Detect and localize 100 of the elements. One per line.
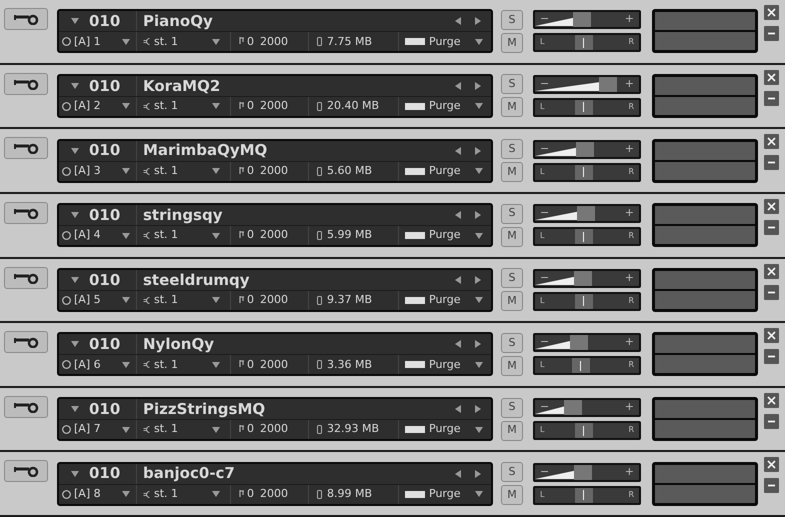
minimize-icon[interactable] — [764, 349, 779, 364]
volume-slider[interactable]: − + — [533, 204, 641, 224]
minimize-icon[interactable] — [764, 478, 779, 494]
pan-slider[interactable]: L R — [533, 292, 641, 311]
previous-icon[interactable] — [455, 405, 461, 414]
volume-thumb[interactable] — [598, 76, 617, 92]
minimize-icon[interactable] — [764, 284, 779, 300]
collapse-toggle[interactable] — [71, 406, 79, 412]
caret-icon[interactable] — [122, 168, 130, 174]
pan-thumb[interactable] — [574, 294, 593, 309]
close-icon[interactable] — [764, 264, 779, 278]
caret-icon[interactable] — [122, 38, 130, 45]
caret-icon[interactable] — [475, 38, 483, 45]
caret-icon[interactable] — [475, 362, 483, 368]
max-voices[interactable]: 2000 — [260, 486, 288, 502]
close-icon[interactable] — [764, 457, 779, 472]
midi-channel[interactable]: [A] 5 — [74, 292, 101, 309]
mute-button[interactable]: M — [501, 485, 523, 506]
wrench-button[interactable] — [4, 202, 48, 224]
pan-slider[interactable]: L R — [533, 227, 641, 246]
volume-slider[interactable]: − + — [533, 333, 641, 352]
previous-icon[interactable] — [455, 211, 461, 220]
wrench-button[interactable] — [4, 137, 48, 160]
mute-button[interactable]: M — [501, 420, 523, 441]
solo-button[interactable]: S — [501, 204, 523, 224]
pan-slider[interactable]: L R — [533, 486, 641, 505]
next-icon[interactable] — [475, 470, 481, 478]
output-channel[interactable]: st. 1 — [154, 34, 178, 50]
pan-thumb[interactable] — [574, 488, 593, 503]
solo-button[interactable]: S — [501, 332, 523, 353]
caret-icon[interactable] — [212, 38, 220, 45]
pan-thumb[interactable] — [574, 164, 593, 180]
collapse-toggle[interactable] — [71, 148, 79, 154]
next-icon[interactable] — [475, 340, 481, 348]
purge-menu[interactable]: Purge — [429, 421, 460, 438]
caret-icon[interactable] — [122, 491, 130, 498]
output-channel[interactable]: st. 1 — [154, 486, 178, 502]
solo-button[interactable]: S — [501, 398, 523, 418]
close-icon[interactable] — [764, 70, 779, 85]
pan-thumb[interactable] — [574, 229, 593, 244]
volume-thumb[interactable] — [576, 142, 594, 157]
volume-thumb[interactable] — [572, 12, 591, 28]
mute-button[interactable]: M — [501, 226, 523, 247]
max-voices[interactable]: 2000 — [260, 292, 288, 309]
collapse-toggle[interactable] — [71, 18, 79, 24]
output-channel[interactable]: st. 1 — [154, 98, 178, 115]
volume-slider[interactable]: − + — [533, 462, 641, 482]
midi-channel[interactable]: [A] 8 — [74, 486, 101, 502]
purge-menu[interactable]: Purge — [429, 227, 460, 244]
volume-thumb[interactable] — [570, 335, 588, 350]
solo-button[interactable]: S — [501, 10, 523, 30]
output-channel[interactable]: st. 1 — [154, 356, 178, 374]
collapse-toggle[interactable] — [71, 341, 79, 348]
midi-channel[interactable]: [A] 4 — [74, 227, 101, 244]
max-voices[interactable]: 2000 — [260, 34, 288, 50]
volume-thumb[interactable] — [574, 270, 592, 286]
solo-button[interactable]: S — [501, 74, 523, 94]
caret-icon[interactable] — [212, 491, 220, 498]
output-channel[interactable]: st. 1 — [154, 292, 178, 309]
pan-thumb[interactable] — [574, 35, 593, 50]
volume-thumb[interactable] — [574, 464, 592, 480]
pan-slider[interactable]: L R — [533, 356, 641, 376]
previous-icon[interactable] — [455, 470, 461, 478]
next-icon[interactable] — [475, 211, 481, 220]
previous-icon[interactable] — [455, 276, 461, 284]
close-icon[interactable] — [764, 198, 779, 214]
pan-slider[interactable]: L R — [533, 421, 641, 440]
output-channel[interactable]: st. 1 — [154, 227, 178, 244]
pan-thumb[interactable] — [574, 423, 593, 438]
caret-icon[interactable] — [475, 232, 483, 239]
caret-icon[interactable] — [212, 232, 220, 239]
next-icon[interactable] — [475, 17, 481, 26]
caret-icon[interactable] — [212, 297, 220, 304]
caret-icon[interactable] — [212, 362, 220, 368]
midi-channel[interactable]: [A] 2 — [74, 98, 101, 115]
wrench-button[interactable] — [4, 460, 48, 482]
mute-button[interactable]: M — [501, 97, 523, 118]
caret-icon[interactable] — [475, 426, 483, 433]
minimize-icon[interactable] — [764, 414, 779, 429]
collapse-toggle[interactable] — [71, 276, 79, 283]
pan-slider[interactable]: L R — [533, 33, 641, 52]
caret-icon[interactable] — [212, 103, 220, 110]
max-voices[interactable]: 2000 — [260, 98, 288, 115]
max-voices[interactable]: 2000 — [260, 162, 288, 180]
wrench-button[interactable] — [4, 396, 48, 418]
volume-slider[interactable]: − + — [533, 398, 641, 418]
close-icon[interactable] — [764, 392, 779, 408]
midi-channel[interactable]: [A] 1 — [74, 34, 101, 50]
mute-button[interactable]: M — [501, 356, 523, 376]
caret-icon[interactable] — [475, 103, 483, 110]
caret-icon[interactable] — [122, 362, 130, 368]
mute-button[interactable]: M — [501, 291, 523, 312]
mute-button[interactable]: M — [501, 162, 523, 182]
caret-icon[interactable] — [122, 297, 130, 304]
close-icon[interactable] — [764, 134, 779, 150]
wrench-button[interactable] — [4, 266, 48, 288]
collapse-toggle[interactable] — [71, 82, 79, 89]
caret-icon[interactable] — [475, 491, 483, 498]
collapse-toggle[interactable] — [71, 212, 79, 218]
caret-icon[interactable] — [475, 168, 483, 174]
